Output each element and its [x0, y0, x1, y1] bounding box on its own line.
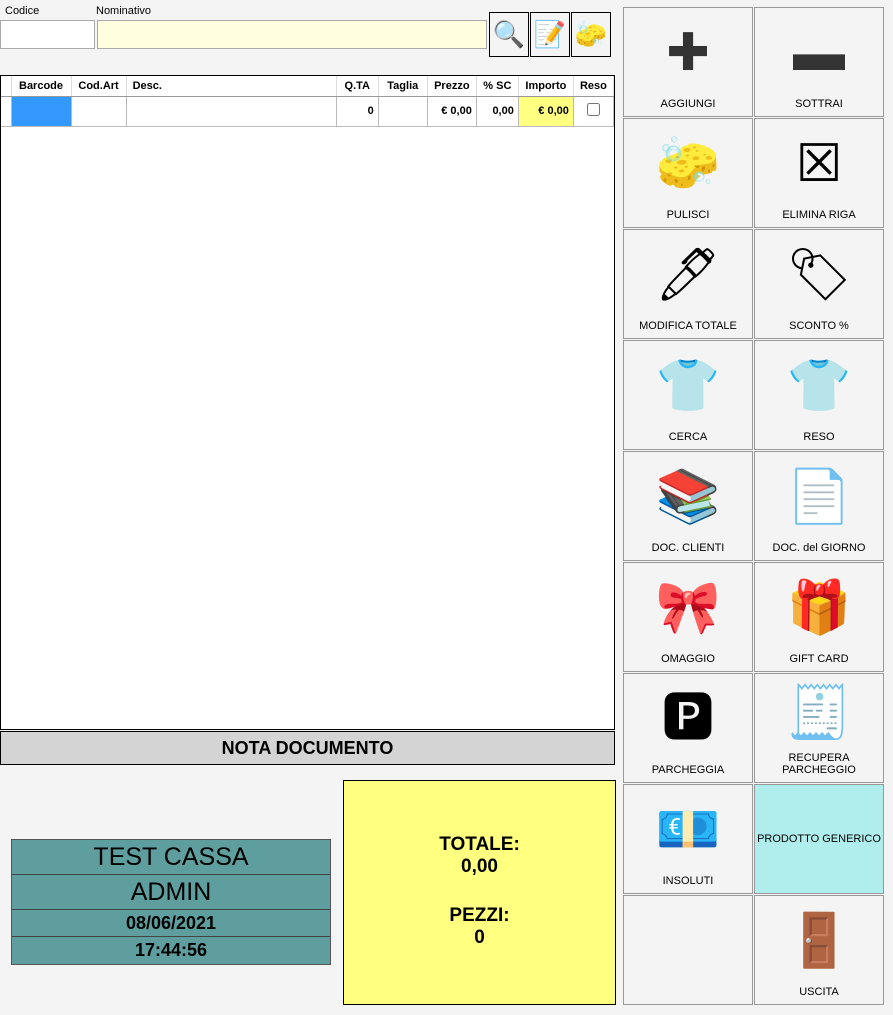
- omaggio-button[interactable]: 🎀 OMAGGIO: [623, 562, 753, 672]
- nota-documento-button[interactable]: NOTA DOCUMENTO: [0, 731, 615, 765]
- button-label: USCITA: [799, 986, 839, 998]
- search-button[interactable]: 🔍: [489, 12, 529, 57]
- codice-input[interactable]: [0, 20, 95, 49]
- date: 08/06/2021: [12, 910, 330, 937]
- cell-sc[interactable]: 0,00: [476, 96, 519, 127]
- return-shirt-icon: 👕: [786, 357, 852, 415]
- discount-tag-icon: 🏷: [785, 246, 852, 304]
- button-label: AGGIUNGI: [660, 98, 716, 110]
- cell-barcode[interactable]: [11, 96, 72, 127]
- button-label: CERCA: [668, 431, 708, 443]
- button-label: RECUPERA PARCHEGGIO: [782, 752, 856, 776]
- cell-importo[interactable]: € 0,00: [518, 96, 574, 127]
- uscita-button[interactable]: 🚪 USCITA: [754, 895, 884, 1005]
- button-label: PARCHEGGIA: [651, 764, 725, 776]
- reso-checkbox[interactable]: [586, 103, 600, 116]
- cash-register-parking-icon: 🧾: [786, 684, 852, 742]
- prodotto-generico-button[interactable]: PRODOTTO GENERICO: [754, 784, 884, 894]
- button-label: MODIFICA TOTALE: [639, 320, 737, 332]
- button-label: PULISCI: [666, 209, 710, 221]
- col-barcode: Barcode: [11, 76, 72, 97]
- sottrai-button[interactable]: ▬ SOTTRAI: [754, 7, 884, 117]
- gift-bow-icon: 🎀: [655, 579, 721, 637]
- document-search-icon: 📄: [786, 468, 852, 526]
- col-desc: Desc.: [126, 76, 337, 97]
- button-label: OMAGGIO: [661, 653, 715, 665]
- button-label: SCONTO %: [789, 320, 849, 332]
- col-reso: Reso: [573, 76, 615, 97]
- button-label: ELIMINA RIGA: [782, 209, 856, 221]
- parcheggia-button[interactable]: 🅿 PARCHEGGIA: [623, 673, 753, 783]
- unpaid-icon: 💶: [655, 801, 721, 859]
- minus-icon: ▬: [793, 24, 845, 82]
- cell-qta[interactable]: 0: [336, 96, 379, 127]
- totale-value: 0,00: [461, 856, 498, 877]
- pulisci-button[interactable]: 🧽 PULISCI: [623, 118, 753, 228]
- parking-icon: 🅿: [661, 690, 714, 748]
- button-label: DOC. del GIORNO: [772, 542, 866, 554]
- modifica-totale-button[interactable]: 🖊 MODIFICA TOTALE: [623, 229, 753, 339]
- plus-icon: ✚: [666, 24, 710, 82]
- insoluti-button[interactable]: 💶 INSOLUTI: [623, 784, 753, 894]
- recupera-parcheggio-button[interactable]: 🧾 RECUPERA PARCHEGGIO: [754, 673, 884, 783]
- button-label: PRODOTTO GENERICO: [757, 833, 881, 845]
- exit-door-icon: 🚪: [786, 912, 852, 970]
- button-label: GIFT CARD: [789, 653, 849, 665]
- search-icon: 🔍: [492, 19, 526, 49]
- search-clothes-icon: 👕: [655, 357, 721, 415]
- pezzi-label: PEZZI:: [449, 905, 510, 926]
- cassa-name: TEST CASSA: [12, 840, 330, 875]
- eraser-icon: 🧽: [574, 19, 608, 49]
- doc-del-giorno-button[interactable]: 📄 DOC. del GIORNO: [754, 451, 884, 561]
- button-label: SOTTRAI: [795, 98, 843, 110]
- info-panel: TEST CASSA ADMIN 08/06/2021 17:44:56: [11, 839, 331, 965]
- col-codart: Cod.Art: [71, 76, 127, 97]
- gift-card-icon: 🎁: [786, 579, 852, 637]
- totale-label: TOTALE:: [439, 834, 520, 855]
- col-prezzo: Prezzo: [427, 76, 477, 97]
- user-name: ADMIN: [12, 875, 330, 910]
- col-sc: % SC: [476, 76, 519, 97]
- cell-codart[interactable]: [71, 96, 127, 127]
- pezzi-value: 0: [474, 927, 485, 948]
- eraser-icon: 🧽: [655, 135, 721, 193]
- button-label: INSOLUTI: [662, 875, 714, 887]
- cell-desc[interactable]: [126, 96, 337, 127]
- edit-document-icon: 📝: [533, 19, 567, 49]
- edit-button[interactable]: 📝: [530, 12, 570, 57]
- sconto-button[interactable]: 🏷 SCONTO %: [754, 229, 884, 339]
- cerca-button[interactable]: 👕 CERCA: [623, 340, 753, 450]
- col-qta: Q.TA: [336, 76, 379, 97]
- clear-button[interactable]: 🧽: [571, 12, 611, 57]
- aggiungi-button[interactable]: ✚ AGGIUNGI: [623, 7, 753, 117]
- gift-card-button[interactable]: 🎁 GIFT CARD: [754, 562, 884, 672]
- time: 17:44:56: [134, 940, 208, 960]
- totals-panel: TOTALE: 0,00 PEZZI: 0: [343, 780, 616, 1005]
- button-label: DOC. CLIENTI: [651, 542, 725, 554]
- reso-button[interactable]: 👕 RESO: [754, 340, 884, 450]
- col-importo: Importo: [518, 76, 574, 97]
- delete-row-icon: ☒: [795, 135, 843, 193]
- button-label: RESO: [803, 431, 835, 443]
- nominativo-label: Nominativo: [96, 5, 152, 17]
- binders-icon: 📚: [655, 468, 721, 526]
- cell-taglia[interactable]: [378, 96, 428, 127]
- codice-label: Codice: [5, 5, 40, 17]
- elimina-riga-button[interactable]: ☒ ELIMINA RIGA: [754, 118, 884, 228]
- nominativo-input[interactable]: [97, 20, 487, 49]
- empty-button[interactable]: [623, 895, 753, 1005]
- pen-icon: 🖊: [654, 246, 721, 304]
- cell-prezzo[interactable]: € 0,00: [427, 96, 477, 127]
- table-header: Barcode Cod.Art Desc. Q.TA Taglia Prezzo…: [1, 76, 615, 97]
- col-taglia: Taglia: [378, 76, 428, 97]
- items-grid[interactable]: Barcode Cod.Art Desc. Q.TA Taglia Prezzo…: [0, 75, 615, 730]
- table-row: 0 € 0,00 0,00 € 0,00: [1, 96, 615, 127]
- doc-clienti-button[interactable]: 📚 DOC. CLIENTI: [623, 451, 753, 561]
